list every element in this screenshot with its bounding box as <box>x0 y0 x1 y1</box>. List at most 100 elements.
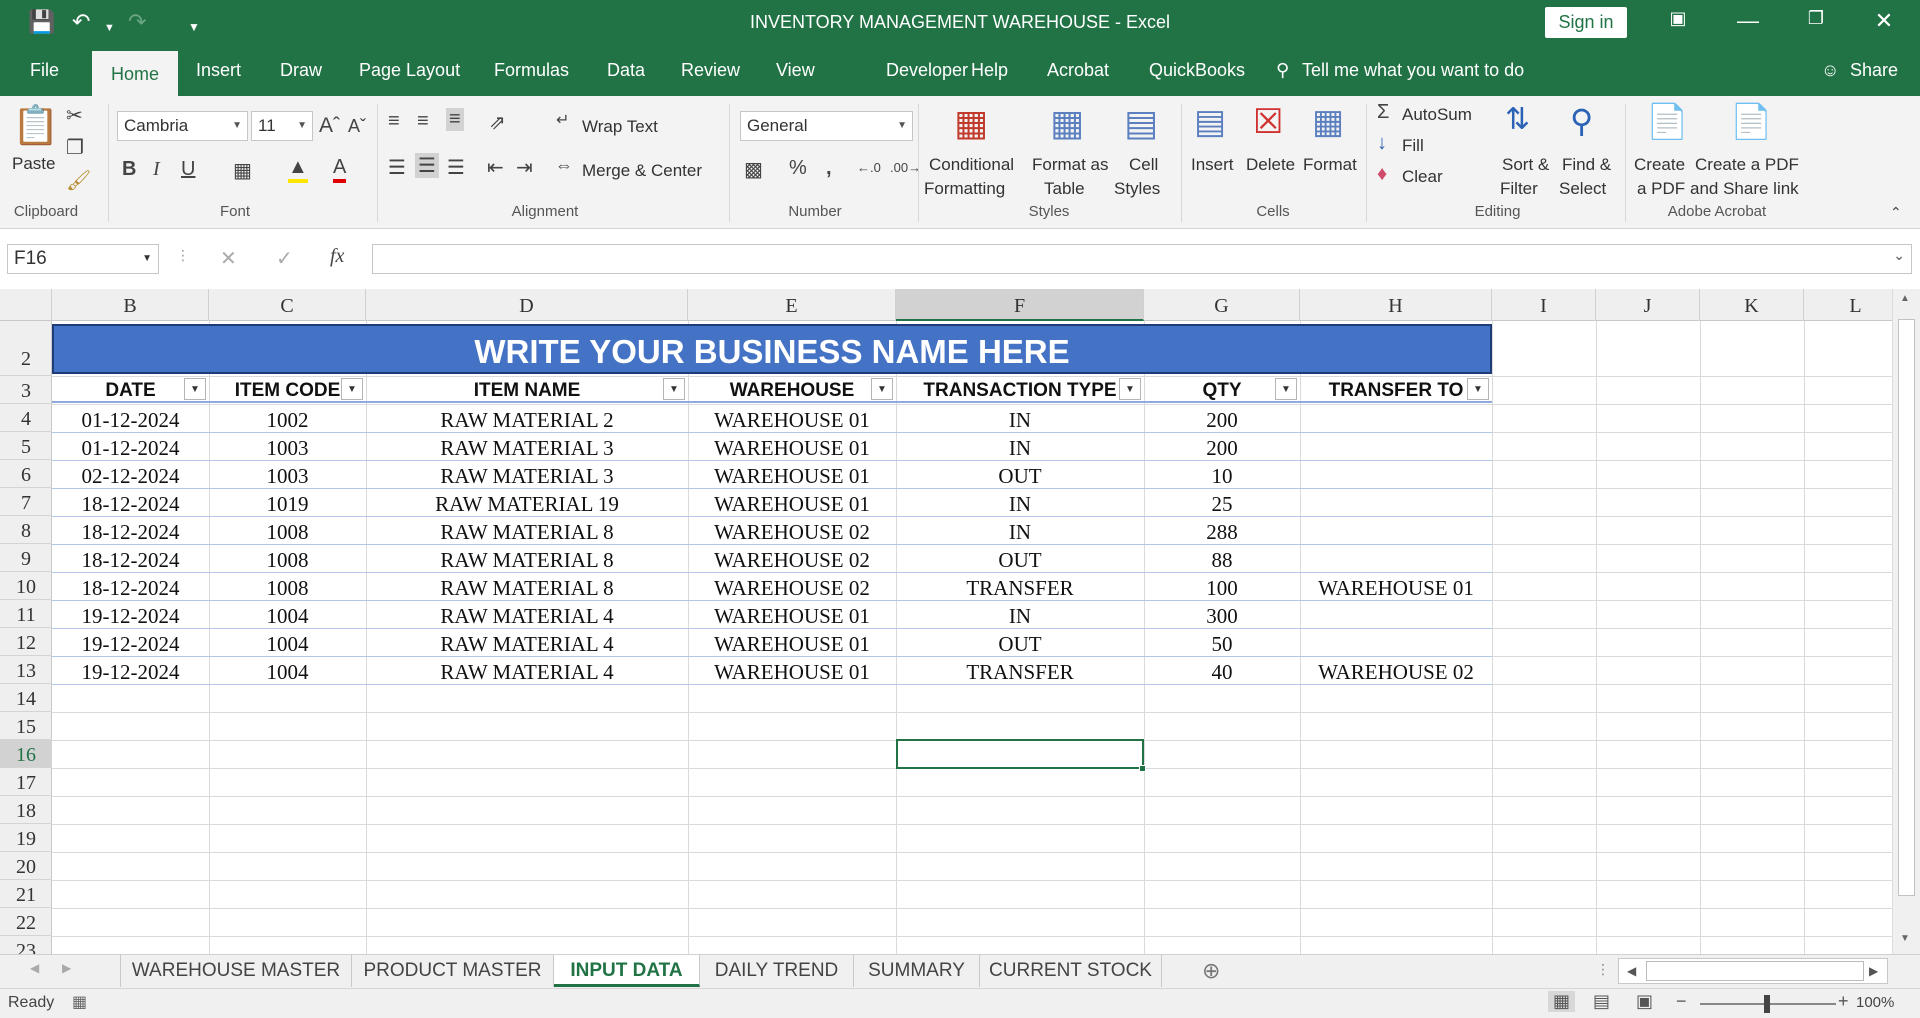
cell-warehouse[interactable]: WAREHOUSE 01 <box>688 489 896 517</box>
row-header[interactable]: 12 <box>0 628 52 656</box>
tab-home[interactable]: Home <box>92 51 178 96</box>
tab-review[interactable]: Review <box>681 60 740 81</box>
cell-item-name[interactable]: RAW MATERIAL 4 <box>366 657 688 685</box>
collapse-ribbon-icon[interactable]: ⌃ <box>1890 204 1902 221</box>
cell-item-name[interactable]: RAW MATERIAL 4 <box>366 629 688 657</box>
italic-icon[interactable]: I <box>153 158 160 181</box>
horizontal-scrollbar[interactable]: ◀ ▶ <box>1618 958 1888 984</box>
fill-button[interactable]: Fill <box>1402 136 1424 156</box>
cell-item-name[interactable]: RAW MATERIAL 3 <box>366 461 688 489</box>
cell-item-name[interactable]: RAW MATERIAL 2 <box>366 405 688 433</box>
horizontal-scroll-thumb[interactable] <box>1646 961 1864 981</box>
tab-developer[interactable]: Developer <box>886 60 968 81</box>
column-header[interactable]: D <box>366 289 688 321</box>
cell-transfer-to[interactable]: WAREHOUSE 02 <box>1300 657 1492 685</box>
format-painter-icon[interactable]: 🖌 <box>66 168 91 193</box>
comma-style-icon[interactable]: , <box>826 157 832 180</box>
align-right-icon[interactable]: ☰ <box>447 155 465 180</box>
add-sheet-icon[interactable]: ⊕ <box>1202 958 1220 984</box>
borders-icon[interactable]: ▦ <box>233 158 252 183</box>
align-bottom-icon[interactable]: ≡ <box>446 108 464 131</box>
cell-item-name[interactable]: RAW MATERIAL 3 <box>366 433 688 461</box>
font-color-icon[interactable]: A <box>333 156 347 183</box>
create-pdf-button[interactable]: Create <box>1634 155 1685 175</box>
cell-item-code[interactable]: 1008 <box>209 573 366 601</box>
formula-input[interactable]: ⌄ <box>372 244 1912 274</box>
cell-transaction-type[interactable]: IN <box>896 489 1144 517</box>
zoom-out-icon[interactable]: − <box>1676 991 1687 1012</box>
sign-in-button[interactable]: Sign in <box>1545 7 1627 38</box>
cell-styles-button[interactable]: Cell <box>1129 155 1158 175</box>
column-header[interactable]: J <box>1596 289 1700 321</box>
row-header[interactable]: 13 <box>0 656 52 684</box>
row-header[interactable]: 18 <box>0 796 52 824</box>
percent-icon[interactable]: % <box>789 157 807 180</box>
vertical-scroll-thumb[interactable] <box>1898 319 1915 896</box>
cell-item-name[interactable]: RAW MATERIAL 8 <box>366 517 688 545</box>
autosum-button[interactable]: AutoSum <box>1402 105 1472 125</box>
underline-icon[interactable]: U <box>181 158 195 181</box>
cell-date[interactable]: 01-12-2024 <box>52 433 209 461</box>
cell-date[interactable]: 19-12-2024 <box>52 657 209 685</box>
row-header[interactable]: 20 <box>0 852 52 880</box>
row-header[interactable]: 4 <box>0 404 52 432</box>
cell-qty[interactable]: 50 <box>1144 629 1300 657</box>
cell-item-code[interactable]: 1008 <box>209 545 366 573</box>
splitter-icon[interactable]: ⋮ <box>1596 961 1610 978</box>
row-header[interactable]: 23 <box>0 936 52 954</box>
column-header[interactable]: H <box>1300 289 1492 321</box>
tab-quickbooks[interactable]: QuickBooks <box>1149 60 1245 81</box>
cell-item-code[interactable]: 1003 <box>209 461 366 489</box>
prev-sheet-icon[interactable]: ◀ <box>30 961 39 975</box>
paste-icon[interactable]: 📋 <box>12 104 59 148</box>
orientation-icon[interactable]: ⇗ <box>489 110 506 135</box>
sheet-tab-product-master[interactable]: PRODUCT MASTER <box>352 955 554 987</box>
cell-warehouse[interactable]: WAREHOUSE 01 <box>688 601 896 629</box>
conditional-formatting-button[interactable]: Conditional <box>929 155 1014 175</box>
insert-cells-button[interactable]: Insert <box>1191 155 1234 175</box>
column-header[interactable]: L <box>1804 289 1892 321</box>
cell-transaction-type[interactable]: TRANSFER <box>896 657 1144 685</box>
row-header[interactable]: 19 <box>0 824 52 852</box>
header-cell-item-code[interactable]: ITEM CODE ▼ <box>209 377 366 403</box>
row-header[interactable]: 22 <box>0 908 52 936</box>
share-button[interactable]: Share <box>1850 60 1898 81</box>
bold-icon[interactable]: B <box>122 158 136 181</box>
close-icon[interactable]: ✕ <box>1864 8 1904 34</box>
cell-item-name[interactable]: RAW MATERIAL 8 <box>366 573 688 601</box>
sheet-tab-warehouse-master[interactable]: WAREHOUSE MASTER <box>120 955 352 987</box>
increase-indent-icon[interactable]: ⇥ <box>516 155 533 180</box>
row-header[interactable]: 8 <box>0 516 52 544</box>
increase-decimal-icon[interactable]: ←.0 <box>857 160 881 175</box>
column-header[interactable]: E <box>688 289 896 321</box>
create-share-pdf-button[interactable]: Create a PDF <box>1695 155 1799 175</box>
tab-data[interactable]: Data <box>607 60 645 81</box>
column-header[interactable]: C <box>209 289 366 321</box>
row-header[interactable]: 3 <box>0 376 52 404</box>
column-header[interactable]: B <box>52 289 209 321</box>
align-middle-icon[interactable]: ≡ <box>417 110 429 133</box>
row-header[interactable]: 21 <box>0 880 52 908</box>
cell-qty[interactable]: 100 <box>1144 573 1300 601</box>
fill-color-icon[interactable]: ▲ <box>288 156 308 183</box>
expand-formula-icon[interactable]: ⌄ <box>1893 247 1905 264</box>
cell-item-code[interactable]: 1003 <box>209 433 366 461</box>
cell-date[interactable]: 02-12-2024 <box>52 461 209 489</box>
tab-view[interactable]: View <box>776 60 815 81</box>
copy-icon[interactable]: ❐ <box>66 135 84 160</box>
zoom-in-icon[interactable]: + <box>1838 991 1849 1012</box>
sort-filter-button[interactable]: Sort & <box>1502 155 1549 175</box>
decrease-font-icon[interactable]: Aˇ <box>348 116 366 137</box>
align-left-icon[interactable]: ☰ <box>388 155 406 180</box>
format-as-table-button[interactable]: Format as <box>1032 155 1109 175</box>
cell-transaction-type[interactable]: OUT <box>896 461 1144 489</box>
cell-transfer-to[interactable] <box>1300 405 1492 433</box>
cell-warehouse[interactable]: WAREHOUSE 01 <box>688 629 896 657</box>
tab-page-layout[interactable]: Page Layout <box>359 60 460 81</box>
scroll-right-icon[interactable]: ▶ <box>1869 964 1878 978</box>
cell-item-name[interactable]: RAW MATERIAL 19 <box>366 489 688 517</box>
macro-recording-icon[interactable]: ▦ <box>72 992 87 1012</box>
cell-warehouse[interactable]: WAREHOUSE 02 <box>688 517 896 545</box>
cell-qty[interactable]: 40 <box>1144 657 1300 685</box>
cell-item-code[interactable]: 1019 <box>209 489 366 517</box>
